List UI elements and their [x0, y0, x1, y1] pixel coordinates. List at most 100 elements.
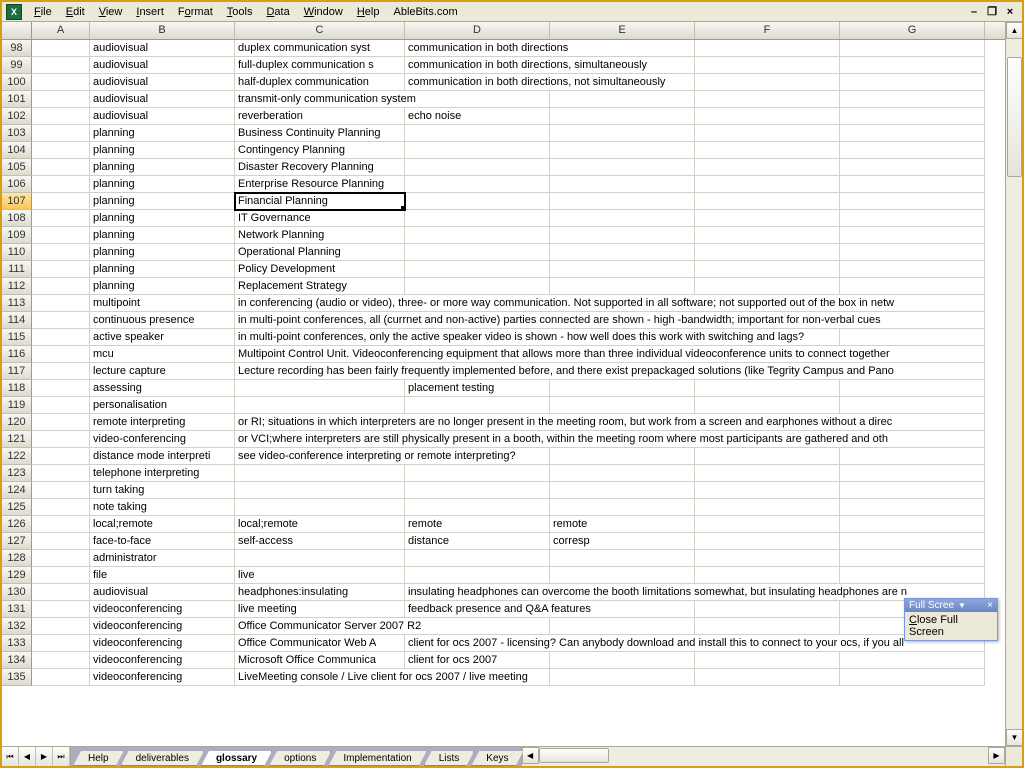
- cell-G127[interactable]: [840, 533, 985, 550]
- cell-F107[interactable]: [695, 193, 840, 210]
- cell-A117[interactable]: [32, 363, 90, 380]
- cell-E132[interactable]: [550, 618, 695, 635]
- cell-F123[interactable]: [695, 465, 840, 482]
- cell-G126[interactable]: [840, 516, 985, 533]
- cell-D118[interactable]: placement testing: [405, 380, 550, 397]
- cell-G103[interactable]: [840, 125, 985, 142]
- scroll-left-button[interactable]: ◀: [522, 747, 539, 764]
- cell-D99[interactable]: communication in both directions, simult…: [405, 57, 550, 74]
- cell-D131[interactable]: feedback presence and Q&A features: [405, 601, 550, 618]
- cell-G112[interactable]: [840, 278, 985, 295]
- cell-A116[interactable]: [32, 346, 90, 363]
- cell-A121[interactable]: [32, 431, 90, 448]
- minimize-button[interactable]: –: [966, 5, 982, 19]
- cell-A107[interactable]: [32, 193, 90, 210]
- cell-E104[interactable]: [550, 142, 695, 159]
- cell-B110[interactable]: planning: [90, 244, 235, 261]
- cell-C100[interactable]: half-duplex communication: [235, 74, 405, 91]
- toolbar-titlebar[interactable]: Full Scree ▼ ×: [905, 599, 997, 612]
- col-header-E[interactable]: E: [550, 22, 695, 39]
- cell-G124[interactable]: [840, 482, 985, 499]
- row-header[interactable]: 131: [2, 601, 32, 618]
- row-header[interactable]: 100: [2, 74, 32, 91]
- tab-prev-button[interactable]: ◀: [19, 747, 36, 766]
- cell-D112[interactable]: [405, 278, 550, 295]
- cell-G107[interactable]: [840, 193, 985, 210]
- cell-B135[interactable]: videoconferencing: [90, 669, 235, 686]
- cell-G101[interactable]: [840, 91, 985, 108]
- cell-A123[interactable]: [32, 465, 90, 482]
- cell-C108[interactable]: IT Governance: [235, 210, 405, 227]
- cell-D125[interactable]: [405, 499, 550, 516]
- cell-A100[interactable]: [32, 74, 90, 91]
- row-header[interactable]: 114: [2, 312, 32, 329]
- cell-C114[interactable]: in multi-point conferences, all (currnet…: [235, 312, 405, 329]
- cell-F99[interactable]: [695, 57, 840, 74]
- cell-A114[interactable]: [32, 312, 90, 329]
- cell-A110[interactable]: [32, 244, 90, 261]
- cell-B133[interactable]: videoconferencing: [90, 635, 235, 652]
- cell-C104[interactable]: Contingency Planning: [235, 142, 405, 159]
- cell-C111[interactable]: Policy Development: [235, 261, 405, 278]
- scroll-down-button[interactable]: ▼: [1006, 729, 1022, 746]
- cell-C123[interactable]: [235, 465, 405, 482]
- cell-D104[interactable]: [405, 142, 550, 159]
- cell-F109[interactable]: [695, 227, 840, 244]
- cell-C129[interactable]: live: [235, 567, 405, 584]
- cell-B111[interactable]: planning: [90, 261, 235, 278]
- row-header[interactable]: 132: [2, 618, 32, 635]
- row-header[interactable]: 105: [2, 159, 32, 176]
- cell-C113[interactable]: in conferencing (audio or video), three-…: [235, 295, 405, 312]
- cell-D129[interactable]: [405, 567, 550, 584]
- toolbar-dropdown-icon[interactable]: ▼: [958, 601, 966, 610]
- cell-B131[interactable]: videoconferencing: [90, 601, 235, 618]
- cell-G129[interactable]: [840, 567, 985, 584]
- cell-A108[interactable]: [32, 210, 90, 227]
- cell-D101[interactable]: [405, 91, 550, 108]
- cell-B114[interactable]: continuous presence: [90, 312, 235, 329]
- cell-C101[interactable]: transmit-only communication system: [235, 91, 405, 108]
- cell-B127[interactable]: face-to-face: [90, 533, 235, 550]
- cell-G105[interactable]: [840, 159, 985, 176]
- cell-G109[interactable]: [840, 227, 985, 244]
- cell-C133[interactable]: Office Communicator Web A: [235, 635, 405, 652]
- row-header[interactable]: 109: [2, 227, 32, 244]
- cell-C125[interactable]: [235, 499, 405, 516]
- cell-E102[interactable]: [550, 108, 695, 125]
- cell-G123[interactable]: [840, 465, 985, 482]
- cell-A125[interactable]: [32, 499, 90, 516]
- cell-F127[interactable]: [695, 533, 840, 550]
- cell-C126[interactable]: local;remote: [235, 516, 405, 533]
- cell-C110[interactable]: Operational Planning: [235, 244, 405, 261]
- v-scroll-thumb[interactable]: [1007, 57, 1022, 177]
- col-header-B[interactable]: B: [90, 22, 235, 39]
- cell-E127[interactable]: corresp: [550, 533, 695, 550]
- cell-E135[interactable]: [550, 669, 695, 686]
- cell-E107[interactable]: [550, 193, 695, 210]
- sheet-tab-implementation[interactable]: Implementation: [328, 751, 426, 766]
- cell-D128[interactable]: [405, 550, 550, 567]
- cell-F118[interactable]: [695, 380, 840, 397]
- col-header-A[interactable]: A: [32, 22, 90, 39]
- h-scroll-track[interactable]: [539, 747, 988, 766]
- cell-A105[interactable]: [32, 159, 90, 176]
- cell-D102[interactable]: echo noise: [405, 108, 550, 125]
- cell-G134[interactable]: [840, 652, 985, 669]
- menu-tools[interactable]: Tools: [221, 5, 259, 19]
- cell-E109[interactable]: [550, 227, 695, 244]
- cell-F112[interactable]: [695, 278, 840, 295]
- row-header[interactable]: 134: [2, 652, 32, 669]
- row-header[interactable]: 123: [2, 465, 32, 482]
- row-header[interactable]: 135: [2, 669, 32, 686]
- row-header[interactable]: 110: [2, 244, 32, 261]
- cell-F104[interactable]: [695, 142, 840, 159]
- cell-B130[interactable]: audiovisual: [90, 584, 235, 601]
- row-header[interactable]: 104: [2, 142, 32, 159]
- cell-C102[interactable]: reverberation: [235, 108, 405, 125]
- cell-B102[interactable]: audiovisual: [90, 108, 235, 125]
- cell-B101[interactable]: audiovisual: [90, 91, 235, 108]
- cell-F125[interactable]: [695, 499, 840, 516]
- row-header[interactable]: 125: [2, 499, 32, 516]
- col-header-G[interactable]: G: [840, 22, 985, 39]
- cell-D103[interactable]: [405, 125, 550, 142]
